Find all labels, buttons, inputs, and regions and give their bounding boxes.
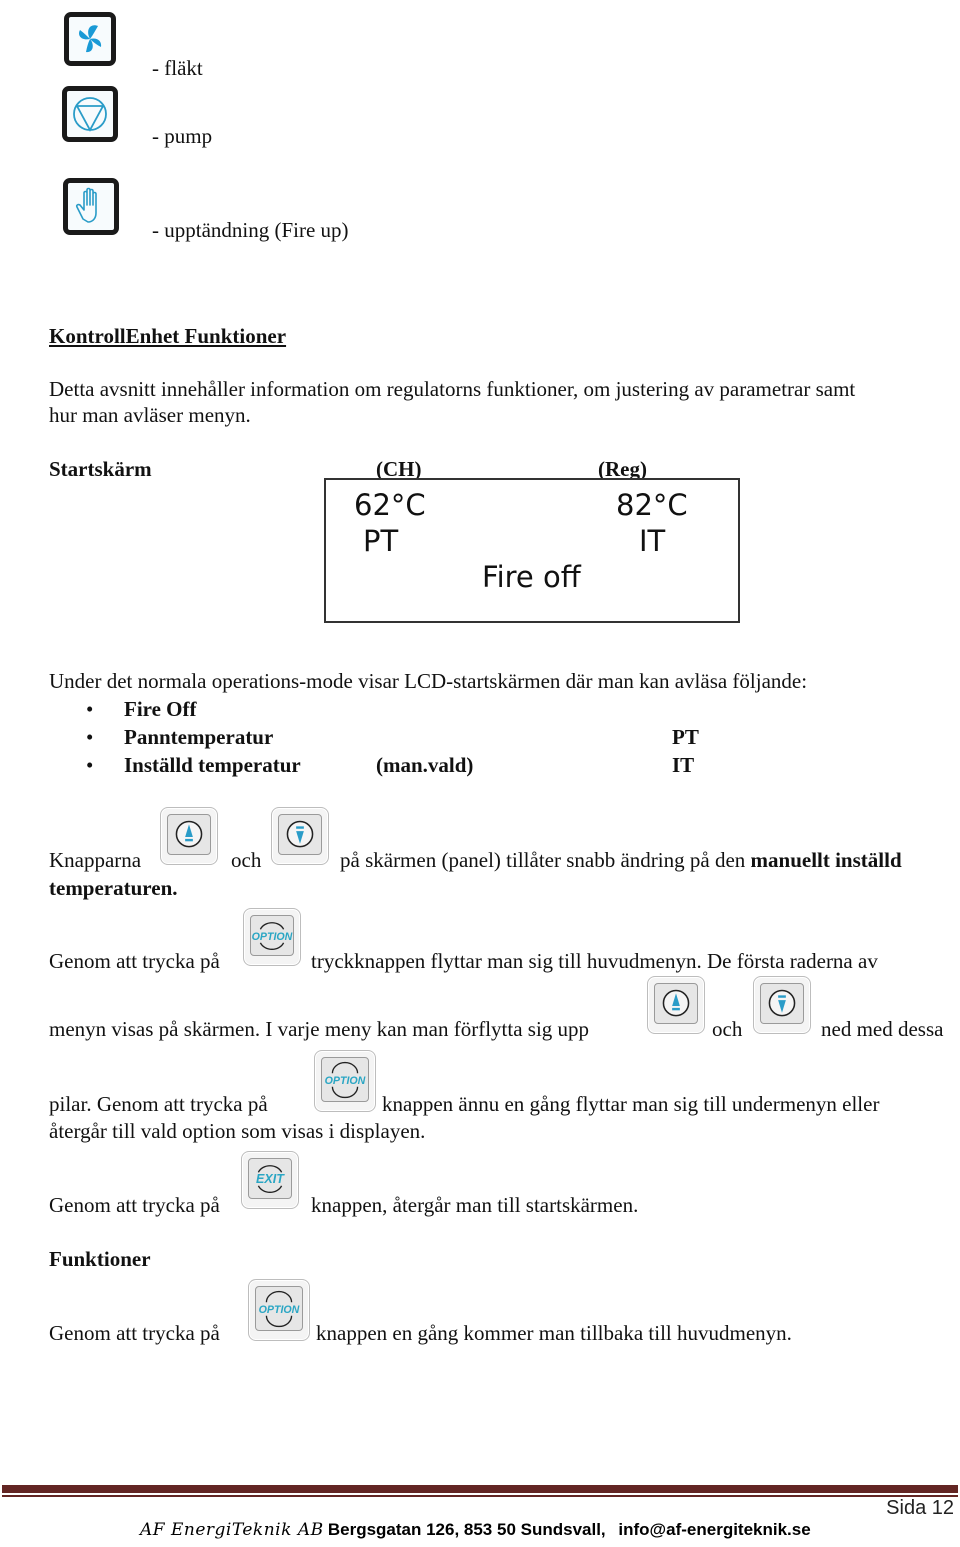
bullet-dot: • xyxy=(86,697,94,721)
option-button-label: OPTION xyxy=(252,931,293,943)
start-screen-label: Startskärm xyxy=(49,457,152,481)
intro-line-1: Detta avsnitt innehåller information om … xyxy=(49,377,856,401)
bullet-code-pt: PT xyxy=(672,725,699,749)
exit-button-label: EXIT xyxy=(256,1172,285,1186)
lcd-display: 62°C 82°C PT IT Fire off xyxy=(324,478,740,623)
p2-text-b: tryckknappen flyttar man sig till huvudm… xyxy=(311,949,878,973)
fan-icon xyxy=(64,12,116,66)
p5-text-b: knappen, återgår man till startskärmen. xyxy=(311,1193,639,1217)
legend-label-pump: - pump xyxy=(152,124,213,148)
up-arrow-button-icon xyxy=(160,807,218,865)
p5-text-a: Genom att trycka på xyxy=(49,1193,220,1217)
bullet-installd-temperatur: Inställd temperatur xyxy=(124,753,301,777)
down-arrow-button-icon xyxy=(753,976,811,1034)
p3-text-c: ned med dessa xyxy=(821,1017,944,1041)
p3-text-b: och xyxy=(712,1017,743,1041)
p1-bold-2: temperaturen. xyxy=(49,876,178,900)
option-button-icon: OPTION xyxy=(314,1050,376,1112)
lcd-left-code: PT xyxy=(363,524,399,558)
p2-text-a: Genom att trycka på xyxy=(49,949,220,973)
p4-text-b: knappen ännu en gång flyttar man sig til… xyxy=(382,1092,880,1116)
normal-mode-text: Under det normala operations-mode visar … xyxy=(49,669,808,693)
lcd-right-temp: 82°C xyxy=(616,488,688,522)
p4-text-c: återgår till vald option som visas i dis… xyxy=(49,1119,426,1143)
funktioner-heading: Funktioner xyxy=(49,1247,151,1271)
legend-label-fire-up: - upptändning (Fire up) xyxy=(152,218,349,242)
bullet-note-manvald: (man.vald) xyxy=(376,753,474,777)
p1-text-b: och xyxy=(231,848,262,872)
bullet-dot: • xyxy=(86,725,94,749)
company-email: info@af-energiteknik.se xyxy=(618,1520,811,1539)
p1-text-c: på skärmen (panel) tillåter snabb ändrin… xyxy=(340,848,902,873)
section-title: KontrollEnhet Funktioner xyxy=(49,324,287,348)
lcd-right-code: IT xyxy=(639,524,666,558)
company-name: AF EnergiTeknik AB xyxy=(140,1520,324,1540)
bullet-dot: • xyxy=(86,753,94,777)
p1-text-c-plain: på skärmen (panel) tillåter snabb ändrin… xyxy=(340,848,746,872)
footer-address: AF EnergiTeknik AB Bergsgatan 126, 853 5… xyxy=(140,1520,811,1540)
lcd-status: Fire off xyxy=(482,560,581,594)
bullet-panntemperatur: Panntemperatur xyxy=(124,725,274,749)
p1-text-a: Knapparna xyxy=(49,848,142,872)
lcd-left-temp: 62°C xyxy=(354,488,426,522)
p6-text-a: Genom att trycka på xyxy=(49,1321,220,1345)
option-button-icon: OPTION xyxy=(248,1279,310,1341)
intro-line-2: hur man avläser menyn. xyxy=(49,403,251,427)
footer-rule-thin xyxy=(2,1495,958,1497)
bullet-fire-off: Fire Off xyxy=(124,697,197,721)
page-number: Sida 12 xyxy=(886,1497,954,1519)
up-arrow-button-icon xyxy=(647,976,705,1034)
p6-text-b: knappen en gång kommer man tillbaka till… xyxy=(316,1321,792,1345)
option-button-icon: OPTION xyxy=(243,908,301,966)
company-address: Bergsgatan 126, 853 50 Sundsvall, xyxy=(327,1520,606,1539)
legend-label-fan: - fläkt xyxy=(152,56,203,80)
bullet-code-it: IT xyxy=(672,753,695,777)
p4-text-a: pilar. Genom att trycka på xyxy=(49,1092,268,1116)
option-button-label: OPTION xyxy=(325,1075,366,1087)
hand-icon xyxy=(63,178,119,235)
pump-icon xyxy=(62,86,118,142)
option-button-label: OPTION xyxy=(259,1304,300,1316)
down-arrow-button-icon xyxy=(271,807,329,865)
p3-text-a: menyn visas på skärmen. I varje meny kan… xyxy=(49,1017,590,1041)
footer-rule xyxy=(2,1485,958,1493)
p1-bold-1: manuellt inställd xyxy=(750,848,902,872)
exit-button-icon: EXIT xyxy=(241,1151,299,1209)
